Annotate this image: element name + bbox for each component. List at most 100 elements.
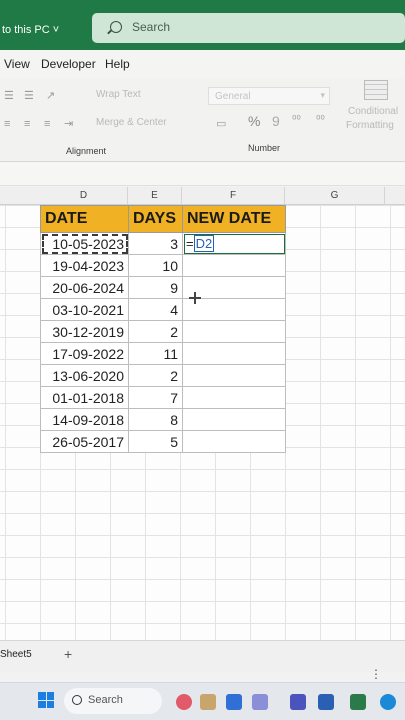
- comma-button[interactable]: 9: [272, 114, 280, 128]
- date-cell[interactable]: 26-05-2017: [40, 430, 129, 453]
- align-middle-icon[interactable]: ☰: [24, 90, 34, 102]
- new-date-cell[interactable]: [182, 342, 286, 365]
- days-cell[interactable]: 5: [128, 430, 183, 453]
- formula-prefix: =: [186, 236, 194, 251]
- widgets-icon[interactable]: [176, 694, 192, 710]
- increase-decimal-icon[interactable]: ⁰⁰: [292, 114, 301, 126]
- align-right-icon[interactable]: ≡: [44, 118, 50, 130]
- app-icon[interactable]: [200, 694, 216, 710]
- table-row: 26-05-2017 5: [40, 430, 286, 453]
- days-cell[interactable]: 10: [128, 254, 183, 277]
- date-cell[interactable]: 10-05-2023: [40, 232, 129, 255]
- table-row: 30-12-2019 2: [40, 320, 286, 343]
- save-location-label[interactable]: to this PC ˅: [2, 24, 59, 36]
- new-date-cell[interactable]: [182, 364, 286, 387]
- days-cell[interactable]: 2: [128, 320, 183, 343]
- app-icon[interactable]: [318, 694, 334, 710]
- number-group-label: Number: [248, 143, 281, 153]
- column-header-e[interactable]: E: [128, 187, 182, 205]
- days-cell[interactable]: 7: [128, 386, 183, 409]
- app-icon[interactable]: [226, 694, 242, 710]
- conditional-formatting-icon[interactable]: [364, 80, 388, 100]
- new-date-cell[interactable]: [182, 254, 286, 277]
- date-cell[interactable]: 17-09-2022: [40, 342, 129, 365]
- days-cell[interactable]: 8: [128, 408, 183, 431]
- new-date-cell[interactable]: [182, 430, 286, 453]
- days-cell[interactable]: 4: [128, 298, 183, 321]
- tab-developer[interactable]: Developer: [41, 57, 96, 71]
- tab-view[interactable]: View: [4, 57, 30, 71]
- search-icon: [110, 21, 122, 33]
- new-date-cell[interactable]: [182, 320, 286, 343]
- sheet-tab-sheet5[interactable]: Sheet5: [0, 649, 32, 660]
- header-date[interactable]: DATE: [40, 205, 129, 233]
- new-date-cell[interactable]: [182, 386, 286, 409]
- app-icon[interactable]: [252, 694, 268, 710]
- column-header-f[interactable]: F: [182, 187, 285, 205]
- align-center-icon[interactable]: ≡: [24, 118, 30, 130]
- wrap-text-button[interactable]: Wrap Text: [96, 89, 141, 100]
- taskbar: Search: [0, 682, 405, 720]
- days-cell[interactable]: 9: [128, 276, 183, 299]
- table-row: 20-06-2024 9: [40, 276, 286, 299]
- date-cell[interactable]: 20-06-2024: [40, 276, 129, 299]
- formula-bar-area: [0, 162, 405, 186]
- teams-icon[interactable]: [290, 694, 306, 710]
- header-days[interactable]: DAYS: [128, 205, 183, 233]
- decrease-decimal-icon[interactable]: ⁰⁰: [316, 114, 325, 126]
- tab-help[interactable]: Help: [105, 57, 130, 71]
- column-header-g[interactable]: G: [285, 187, 385, 205]
- date-cell[interactable]: 03-10-2021: [40, 298, 129, 321]
- cell-cursor-icon: [189, 292, 201, 304]
- search-box[interactable]: Search: [92, 13, 405, 43]
- table-row: 17-09-2022 11: [40, 342, 286, 365]
- days-cell[interactable]: 2: [128, 364, 183, 387]
- date-cell[interactable]: 01-01-2018: [40, 386, 129, 409]
- merge-center-button[interactable]: Merge & Center: [96, 117, 167, 128]
- date-cell[interactable]: 19-04-2023: [40, 254, 129, 277]
- header-new-date[interactable]: NEW DATE: [182, 205, 286, 233]
- days-cell[interactable]: 11: [128, 342, 183, 365]
- table-row: 03-10-2021 4: [40, 298, 286, 321]
- formula-reference: D2: [193, 235, 215, 252]
- more-options-icon[interactable]: ⋮: [370, 667, 382, 681]
- taskbar-search[interactable]: Search: [64, 688, 162, 714]
- days-cell[interactable]: 3: [128, 232, 183, 255]
- table-row: 01-01-2018 7: [40, 386, 286, 409]
- new-date-cell[interactable]: [182, 408, 286, 431]
- currency-icon[interactable]: ▭: [216, 118, 226, 130]
- date-cell[interactable]: 30-12-2019: [40, 320, 129, 343]
- date-cell[interactable]: 13-06-2020: [40, 364, 129, 387]
- date-table: DATE DAYS NEW DATE 10-05-2023 3 = D2 19-0…: [40, 205, 286, 453]
- new-date-cell-editing[interactable]: = D2: [182, 232, 286, 255]
- table-row: 10-05-2023 3 = D2: [40, 232, 286, 255]
- table-header-row: DATE DAYS NEW DATE: [40, 205, 286, 233]
- table-row: 19-04-2023 10: [40, 254, 286, 277]
- windows-start-icon[interactable]: [38, 692, 54, 708]
- percent-button[interactable]: %: [248, 114, 260, 128]
- indent-icon[interactable]: ⇥: [64, 118, 73, 130]
- sheet-tab-bar: Sheet5 + ⋮: [0, 640, 405, 681]
- ribbon-tab-bar: View Developer Help: [0, 50, 405, 78]
- column-header-row: D E F G: [0, 187, 405, 205]
- align-top-icon[interactable]: ☰: [4, 90, 14, 102]
- table-row: 13-06-2020 2: [40, 364, 286, 387]
- conditional-label[interactable]: Conditional: [348, 106, 398, 117]
- ribbon: ☰ ☰ ↗ Wrap Text ≡ ≡ ≡ ⇥ Merge & Center G…: [0, 78, 405, 162]
- align-left-icon[interactable]: ≡: [4, 118, 10, 130]
- column-header-d[interactable]: D: [40, 187, 128, 205]
- number-format-value: General: [215, 91, 251, 102]
- excel-icon[interactable]: [350, 694, 366, 710]
- date-cell[interactable]: 14-09-2018: [40, 408, 129, 431]
- table-row: 14-09-2018 8: [40, 408, 286, 431]
- edge-icon[interactable]: [380, 694, 396, 710]
- add-sheet-button[interactable]: +: [64, 646, 72, 662]
- number-format-dropdown[interactable]: General ▾: [208, 87, 330, 105]
- search-icon: [72, 695, 82, 705]
- formatting-label[interactable]: Formatting: [346, 120, 394, 131]
- alignment-group-label: Alignment: [66, 146, 107, 156]
- taskbar-search-label: Search: [88, 694, 123, 706]
- title-bar: to this PC ˅ Search: [0, 0, 405, 50]
- search-placeholder: Search: [132, 20, 171, 34]
- orientation-icon[interactable]: ↗: [46, 90, 55, 102]
